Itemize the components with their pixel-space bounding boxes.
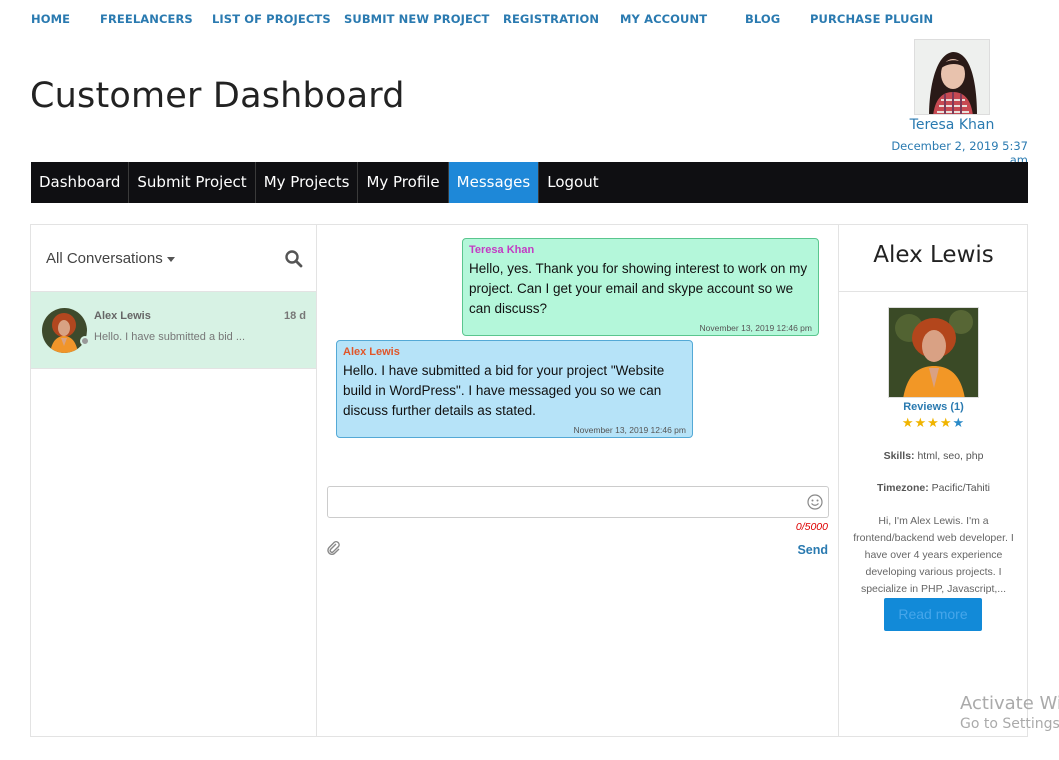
timezone-row: Timezone: Pacific/Tahiti — [839, 482, 1028, 494]
star-icon: ★ — [901, 415, 915, 430]
profile-bio: Hi, I'm Alex Lewis. I'm a frontend/backe… — [853, 515, 1014, 595]
windows-activation-watermark: Activate Wi Go to Settings — [960, 693, 1059, 732]
nav-link-my-account[interactable]: MY ACCOUNT — [620, 12, 707, 26]
message-bubble-received: Alex Lewis Hello. I have submitted a bid… — [336, 340, 693, 438]
skills-value: html, seo, php — [917, 450, 984, 462]
nav-link-list-of-projects[interactable]: LIST OF PROJECTS — [212, 12, 331, 26]
caret-down-icon — [166, 256, 175, 262]
skills-row: Skills: html, seo, php — [839, 450, 1028, 462]
conversations-column: All Conversations Alex Lewis 18 d Hello.… — [31, 225, 317, 736]
message-input[interactable] — [327, 486, 829, 518]
watermark-line-1: Activate Wi — [960, 693, 1059, 714]
timezone-value: Pacific/Tahiti — [931, 482, 990, 494]
presence-indicator — [80, 336, 90, 346]
send-button[interactable]: Send — [797, 543, 828, 557]
profile-name: Alex Lewis — [839, 225, 1028, 292]
message-time: November 13, 2019 12:46 pm — [573, 425, 686, 435]
profile-column: Alex Lewis Reviews (1) ★★★★★ Skills: htm… — [839, 225, 1028, 736]
paperclip-icon[interactable] — [327, 541, 341, 556]
star-icon: ★ — [927, 415, 940, 430]
top-navigation: HOME FREELANCERS LIST OF PROJECTS SUBMIT… — [31, 12, 1059, 26]
search-icon[interactable] — [284, 249, 304, 269]
character-counter: 0/5000 — [795, 521, 828, 533]
nav-link-registration[interactable]: REGISTRATION — [503, 12, 599, 26]
rating-stars: ★★★★★ — [839, 415, 1028, 431]
watermark-line-2: Go to Settings — [960, 716, 1059, 732]
menu-item-my-profile[interactable]: My Profile — [358, 162, 449, 203]
message-time: November 13, 2019 12:46 pm — [699, 323, 812, 333]
nav-link-submit-new-project[interactable]: SUBMIT NEW PROJECT — [344, 12, 489, 26]
menu-item-dashboard[interactable]: Dashboard — [31, 162, 130, 203]
reviews-link[interactable]: Reviews (1) — [839, 401, 1028, 413]
messages-panel: All Conversations Alex Lewis 18 d Hello.… — [30, 224, 1028, 737]
star-icon: ★ — [952, 415, 966, 430]
conversation-avatar — [42, 308, 87, 353]
nav-link-purchase-plugin[interactable]: PURCHASE PLUGIN — [810, 12, 933, 26]
user-name[interactable]: Teresa Khan — [870, 117, 1034, 133]
menu-item-my-projects[interactable]: My Projects — [256, 162, 359, 203]
nav-link-blog[interactable]: BLOG — [745, 12, 780, 26]
user-avatar[interactable] — [914, 39, 990, 115]
star-icon: ★ — [939, 415, 953, 430]
conversation-filter-dropdown[interactable]: All Conversations — [46, 250, 175, 267]
nav-link-home[interactable]: HOME — [31, 12, 70, 26]
nav-link-freelancers[interactable]: FREELANCERS — [100, 12, 193, 26]
current-user-box: Teresa Khan December 2, 2019 5:37 am — [870, 39, 1034, 167]
menu-item-messages[interactable]: Messages — [448, 162, 540, 203]
message-text: Hello, yes. Thank you for showing intere… — [469, 261, 808, 316]
emoji-icon[interactable] — [807, 494, 823, 510]
profile-picture[interactable] — [888, 307, 979, 398]
message-text: Hello. I have submitted a bid for your p… — [343, 363, 665, 418]
timezone-label: Timezone: — [876, 482, 929, 494]
menu-item-submit-project[interactable]: Submit Project — [129, 162, 256, 203]
message-bubble-sent: Teresa Khan Hello, yes. Thank you for sh… — [462, 238, 819, 336]
conversation-age: 18 d — [283, 310, 306, 322]
star-icon: ★ — [914, 415, 928, 430]
conversation-preview: Hello. I have submitted a bid ... — [94, 331, 246, 343]
conversation-name: Alex Lewis — [94, 310, 151, 322]
conversation-item[interactable]: Alex Lewis 18 d Hello. I have submitted … — [31, 292, 316, 369]
page-title: Customer Dashboard — [30, 76, 405, 116]
dashboard-menu: Dashboard Submit Project My Projects My … — [31, 162, 1028, 203]
skills-label: Skills: — [883, 450, 915, 462]
read-more-button[interactable]: Read more — [884, 598, 982, 631]
chat-column: Teresa Khan Hello, yes. Thank you for sh… — [317, 225, 839, 736]
message-author: Alex Lewis — [343, 346, 400, 358]
menu-item-logout[interactable]: Logout — [539, 162, 606, 203]
message-author: Teresa Khan — [469, 244, 535, 256]
conversations-header: All Conversations — [31, 225, 316, 292]
conversation-filter-label: All Conversations — [46, 250, 163, 267]
